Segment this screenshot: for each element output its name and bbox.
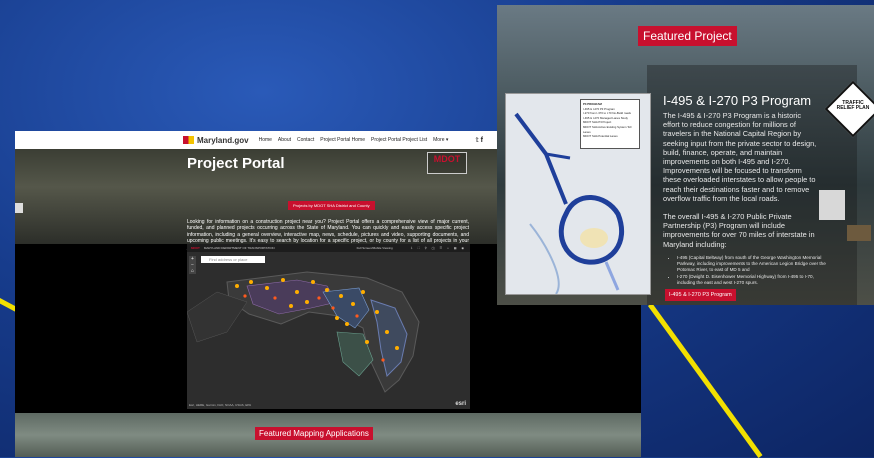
featured-project-heading: Featured Project — [638, 26, 737, 46]
map-attribution: Esri, HERE, Garmin, FAO, NOAA, USGS, EPA — [189, 403, 252, 407]
p3-improvement-list: I-495 (Capital Beltway) from south of th… — [669, 255, 827, 286]
side-tab[interactable] — [15, 203, 23, 213]
nav-about[interactable]: About — [278, 137, 291, 143]
map-title[interactable]: Full Screen/Mobile Viewing — [357, 246, 393, 250]
facebook-icon[interactable]: f — [481, 137, 483, 144]
yellow-stripe-right — [647, 303, 763, 458]
maryland-map-graphic — [187, 271, 420, 393]
maryland-flag-icon — [183, 136, 194, 144]
twitter-icon[interactable]: 𝕥 — [475, 137, 478, 144]
list-item: I-270 (Dwight D. Eisenhower Memorial Hig… — [677, 274, 827, 286]
car-photo — [847, 225, 871, 241]
map-header-agency: MARYLAND DEPARTMENT OF TRANSPORTATION — [203, 246, 275, 250]
site-name: Maryland.gov — [197, 135, 249, 145]
map-tools[interactable]: ⇩ ⛶ ⚲ ⓘ ☰ ⌂ ▦ ◉ — [410, 246, 466, 250]
map-zoom-controls[interactable]: + − ⌂ — [189, 256, 196, 274]
nav-portal-home[interactable]: Project Portal Home — [320, 137, 365, 143]
p3-map-legend: P3 PROGRAM I-495 & I-270 P3 Program I-27… — [580, 99, 640, 149]
featured-mapping-label: Featured Mapping Applications — [255, 427, 373, 440]
map-canvas[interactable]: + − ⌂ Find address or place Esri, HERE, Ga… — [187, 252, 470, 409]
p3-program-map: P3 PROGRAM I-495 & I-270 P3 Program I-27… — [505, 93, 651, 295]
map-header: MDOT MARYLAND DEPARTMENT OF TRANSPORTATI… — [187, 244, 470, 252]
featured-project-screenshot: Featured Project P3 PROGRAM I-495 & I-27… — [497, 5, 874, 305]
nav-home[interactable]: Home — [259, 137, 272, 143]
map-search-input[interactable]: Find address or place — [201, 256, 265, 263]
nav-more[interactable]: More ▾ — [433, 137, 448, 143]
p3-paragraph-2: The overall I-495 & I-270 Public Private… — [663, 212, 815, 249]
list-item: I-495 (Capital Beltway) from south of th… — [677, 255, 827, 274]
maryland-logo[interactable]: Maryland.gov — [183, 136, 249, 145]
nav-contact[interactable]: Contact — [297, 137, 314, 143]
p3-paragraph-1: The I-495 & I-270 P3 Program is a histor… — [663, 111, 817, 203]
p3-program-description: The I-495 & I-270 P3 Program is a histor… — [663, 111, 817, 258]
page-title: Project Portal — [187, 155, 285, 172]
social-links: 𝕥 f — [475, 136, 483, 144]
mdot-small-logo: MDOT — [191, 246, 200, 250]
p3-program-title: I-495 & I-270 P3 Program — [663, 93, 812, 108]
nav-project-list[interactable]: Project Portal Project List — [371, 137, 427, 143]
district-county-button[interactable]: Projects by MDOT SHA District and County — [288, 201, 375, 210]
mdot-logo: MDOT — [427, 152, 467, 174]
embedded-map[interactable]: MDOT MARYLAND DEPARTMENT OF TRANSPORTATI… — [187, 244, 470, 409]
p3-program-button[interactable]: I-495 & I-270 P3 Program — [665, 289, 736, 301]
esri-logo: esri — [455, 401, 466, 407]
truck-photo — [819, 190, 845, 220]
traffic-relief-sign-text: TRAFFIC RELIEF PLAN — [836, 100, 870, 111]
nav-links: Home About Contact Project Portal Home P… — [259, 137, 449, 143]
